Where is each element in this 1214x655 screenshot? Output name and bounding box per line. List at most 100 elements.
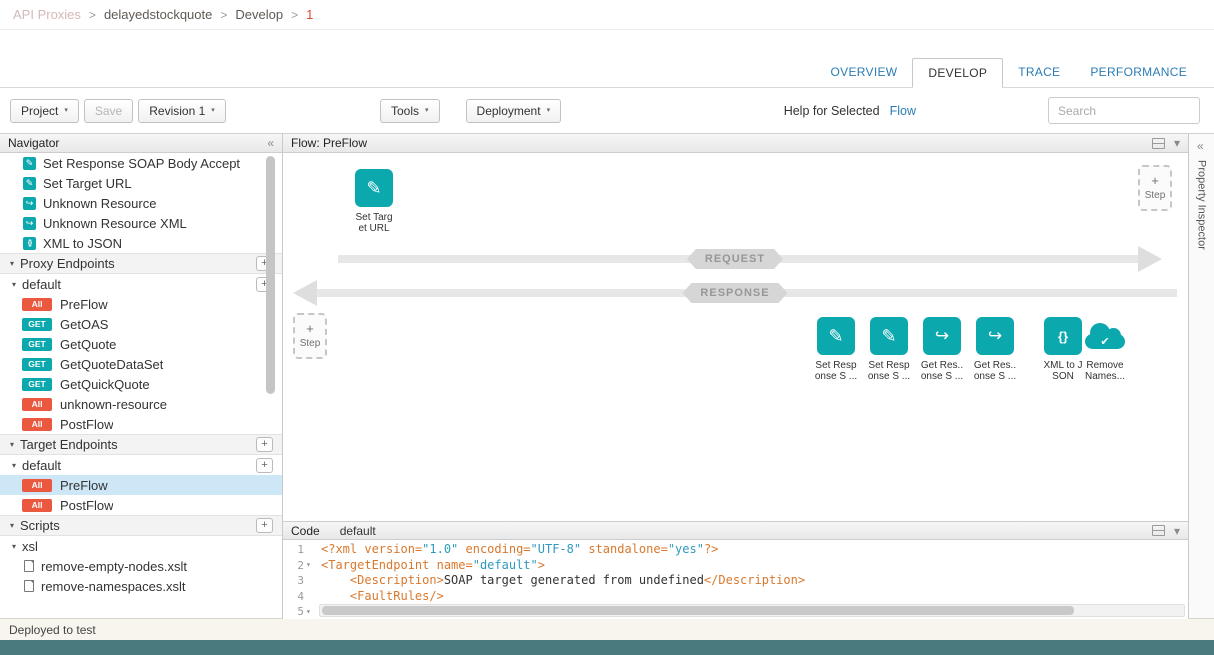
line-number: 2 [297,558,304,574]
navigator-item-preflow[interactable]: AllPreFlow [0,475,282,495]
line-number-gutter: 5▾ [283,604,317,619]
code-fold-toggle[interactable]: ▾ [306,561,314,569]
breadcrumb-item-delayedstockquote[interactable]: delayedstockquote [104,7,212,22]
callout-step-icon: ↪ [976,317,1014,355]
collapse-navigator-icon[interactable]: « [267,137,274,149]
caret-down-icon: ▾ [425,107,429,114]
add-icon: + [306,323,314,335]
edit-step-icon: ✎ [817,317,855,355]
toggle-layout-icon[interactable] [1152,138,1165,149]
line-number-gutter: 3 [283,573,317,589]
navigator-item-getquotedataset[interactable]: GETGetQuoteDataSet [0,354,282,374]
breadcrumb-item-1[interactable]: 1 [306,7,313,22]
collapse-code-panel-icon[interactable]: ▾ [1174,525,1180,537]
group-title: default [22,277,61,292]
revision-menu-button[interactable]: Revision 1 ▾ [138,99,226,123]
deployment-menu-button[interactable]: Deployment ▾ [466,99,562,123]
add-default-item-button[interactable]: + [256,458,273,473]
help-flow-link[interactable]: Flow [890,104,916,118]
search-input[interactable] [1048,97,1200,124]
navigator-item-getoas[interactable]: GETGetOAS [0,314,282,334]
navigator-item-remove-namespaces-xslt[interactable]: remove-namespaces.xslt [0,576,282,596]
token: > [538,558,545,572]
code-panel-title: Code [291,524,320,538]
navigator-policy-unknown-resource[interactable]: ↪Unknown Resource [0,193,282,213]
flow-step-set-resp-onse-s[interactable]: ✎ Set Response S ... [808,317,864,382]
section-title: Scripts [20,518,60,533]
flow-step-remove-names[interactable]: ✔RemoveNames... [1077,317,1133,382]
code-endpoint-name: default [340,524,376,538]
add-target-endpoints-button[interactable]: + [256,437,273,452]
tab-develop[interactable]: DEVELOP [912,58,1003,88]
tab-bar: OVERVIEWDEVELOPTRACEPERFORMANCE [0,30,1214,88]
toggle-layout-icon[interactable] [1152,525,1165,536]
navigator-item-getquote[interactable]: GETGetQuote [0,334,282,354]
item-label: GetOAS [60,317,108,332]
item-label: PreFlow [60,478,108,493]
flow-step-get-res-onse-s[interactable]: ↪ Get Res..onse S ... [914,317,970,382]
tab-trace[interactable]: TRACE [1003,58,1075,87]
add-step-button-response[interactable]: + Step [293,313,327,359]
code-line: 1<?xml version="1.0" encoding="UTF-8" st… [283,542,1188,558]
section-title: Proxy Endpoints [20,256,115,271]
request-badge: REQUEST [687,249,783,269]
breadcrumb-item-api-proxies[interactable]: API Proxies [13,7,81,22]
token: <TargetEndpoint name= [321,558,473,572]
collapse-flow-panel-icon[interactable]: ▾ [1174,137,1180,149]
line-number: 4 [297,589,304,605]
tab-overview[interactable]: OVERVIEW [816,58,913,87]
flow-step-label: Get Res..onse S ... [921,360,963,382]
callout-step-icon: ↪ [923,317,961,355]
add-step-button-request[interactable]: + Step [1138,165,1172,211]
item-label: GetQuickQuote [60,377,150,392]
navigator-section-target-endpoints[interactable]: ▾Target Endpoints+ [0,434,282,455]
navigator-item-preflow[interactable]: AllPreFlow [0,294,282,314]
expand-property-inspector-icon[interactable]: « [1197,139,1204,153]
navigator-item-remove-empty-nodes-xslt[interactable]: remove-empty-nodes.xslt [0,556,282,576]
navigator-section-scripts[interactable]: ▾Scripts+ [0,515,282,536]
navigator-policy-xml-to-json[interactable]: {}XML to JSON [0,233,282,253]
flow-step-label: Get Res..onse S ... [974,360,1016,382]
add-step-label: Step [300,338,321,349]
navigator-group-default[interactable]: ▾default+ [0,455,282,475]
resource-icon: ↪ [23,217,36,230]
token: "UTF-8" [531,542,582,556]
tools-menu-button[interactable]: Tools ▾ [380,99,440,123]
tab-performance[interactable]: PERFORMANCE [1075,58,1202,87]
code-line: 4 <FaultRules/> [283,589,1188,605]
navigator-policy-set-target-url[interactable]: ✎Set Target URL [0,173,282,193]
flow-step-set-targ-et-url[interactable]: ✎Set Target URL [346,169,402,234]
flow-step-label: Set Response S ... [815,360,857,382]
code-horizontal-scrollbar [319,604,1185,617]
flow-panel: Flow: PreFlow ▾ + Step REQUEST RESPONSE [283,134,1188,618]
code-fold-toggle[interactable]: ▾ [306,608,314,616]
group-title: xsl [22,539,38,554]
add-scripts-button[interactable]: + [256,518,273,533]
breadcrumb-separator: > [89,8,96,22]
line-number-gutter: 2▾ [283,558,317,574]
navigator-policy-set-response-soap-body-accept[interactable]: ✎Set Response SOAP Body Accept [0,153,282,173]
token: "yes" [668,542,704,556]
caret-down-icon: ▾ [10,440,14,449]
navigator-item-getquickquote[interactable]: GETGetQuickQuote [0,374,282,394]
property-inspector-strip: « Property Inspector [1188,134,1214,618]
code-horizontal-scrollbar-thumb[interactable] [322,606,1074,615]
flow-step-get-res-onse-s[interactable]: ↪ Get Res..onse S ... [967,317,1023,382]
app-root: API Proxies>delayedstockquote>Develop>1 … [0,0,1214,655]
code-text: <FaultRules/> [317,589,444,605]
navigator-group-default[interactable]: ▾default+ [0,274,282,294]
navigator-group-xsl[interactable]: ▾xsl [0,536,282,556]
navigator-item-postflow[interactable]: AllPostFlow [0,414,282,434]
navigator-policy-unknown-resource-xml[interactable]: ↪Unknown Resource XML [0,213,282,233]
navigator-section-proxy-endpoints[interactable]: ▾Proxy Endpoints+ [0,253,282,274]
caret-down-icon: ▾ [547,107,551,114]
policy-label: Unknown Resource [43,196,156,211]
flow-step-set-resp-onse-s[interactable]: ✎Set Response S ... [861,317,917,382]
navigator-item-unknown-resource[interactable]: Allunknown-resource [0,394,282,414]
project-menu-button[interactable]: Project ▾ [10,99,79,123]
navigator-title: Navigator [8,136,59,150]
navigator-item-postflow[interactable]: AllPostFlow [0,495,282,515]
breadcrumb-item-develop[interactable]: Develop [235,7,283,22]
navigator-scrollbar-thumb[interactable] [266,156,275,394]
save-button[interactable]: Save [84,99,133,123]
